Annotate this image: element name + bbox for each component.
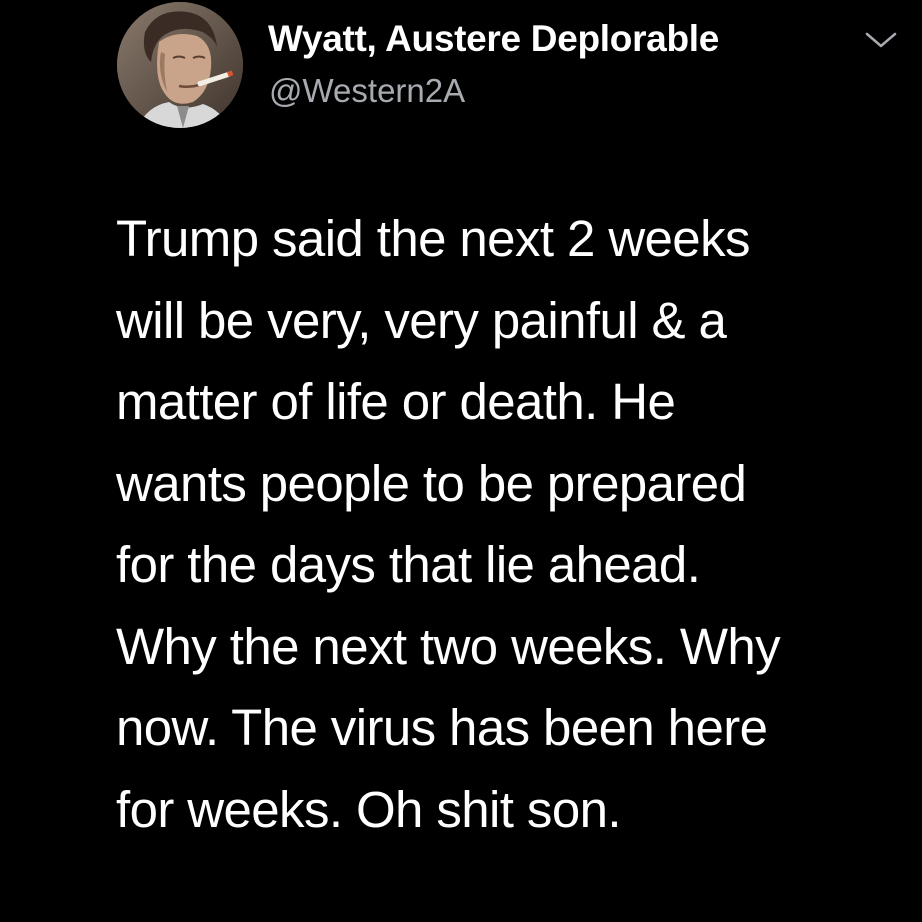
tweet-text-line: for the days that lie ahead. bbox=[116, 536, 701, 593]
author-display-name[interactable]: Wyatt, Austere Deplorable bbox=[268, 18, 719, 60]
tweet-text: Trump said the next 2 weeks will be very… bbox=[116, 198, 896, 850]
author-handle[interactable]: @Western2A bbox=[269, 72, 465, 110]
tweet-text-line: now. The virus has been here bbox=[116, 699, 768, 756]
tweet-text-line: matter of life or death. He bbox=[116, 373, 676, 430]
tweet-text-line: for weeks. Oh shit son. bbox=[116, 780, 622, 838]
tweet-text-line: will be very, very painful & a bbox=[116, 291, 727, 349]
tweet-text-line: wants people to be prepared bbox=[116, 454, 747, 512]
chevron-down-icon[interactable] bbox=[857, 24, 905, 56]
avatar-image bbox=[117, 2, 243, 128]
tweet-text-line: Why the next two weeks. Why bbox=[116, 617, 781, 675]
tweet-text-line: Trump said the next 2 weeks bbox=[116, 210, 750, 267]
avatar[interactable] bbox=[117, 2, 243, 128]
tweet-card: Wyatt, Austere Deplorable @Western2A Tru… bbox=[0, 0, 922, 922]
